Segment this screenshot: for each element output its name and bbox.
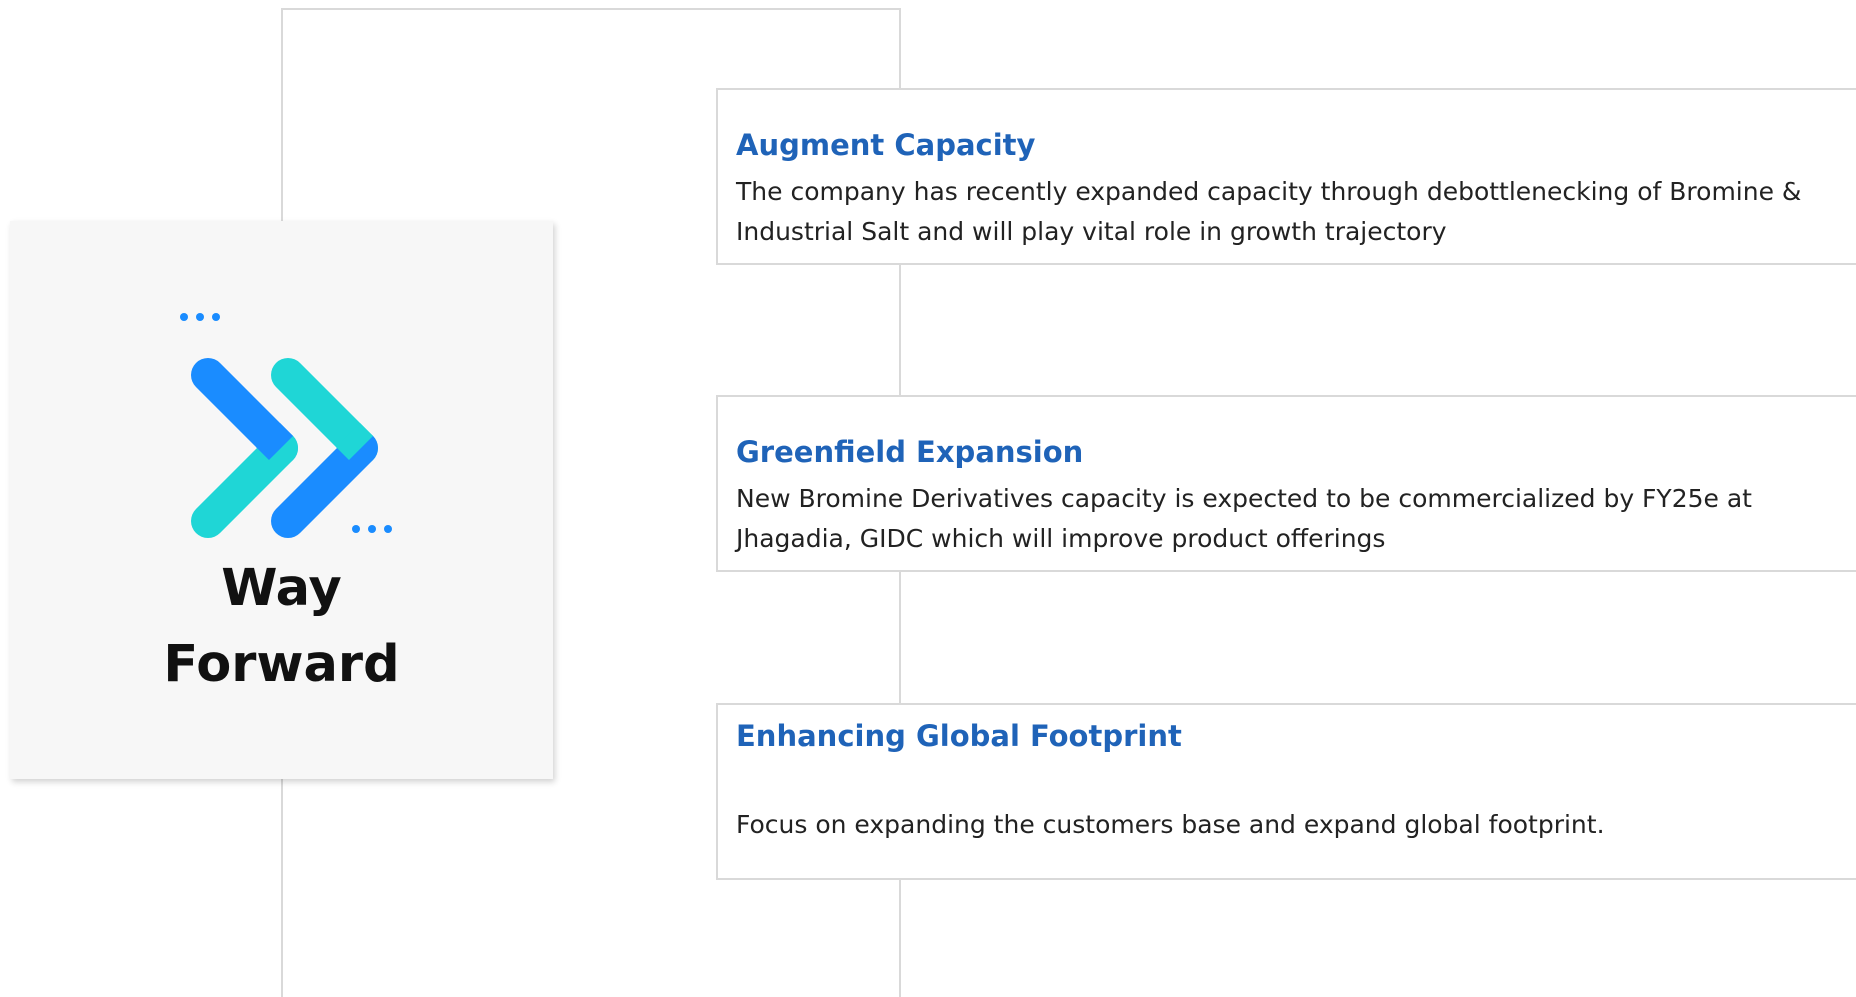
card-description: New Bromine Derivatives capacity is expe… [736,484,1752,553]
way-forward-title: Way Forward [10,551,553,703]
card-title: Greenfield Expansion [736,435,1084,469]
card-description: Focus on expanding the customers base an… [736,810,1605,839]
card-enhancing-global-footprint: Enhancing Global Footprint Focus on expa… [716,703,1856,880]
way-forward-title-line2: Forward [163,635,400,694]
way-forward-panel: Way Forward [10,221,553,779]
card-title: Enhancing Global Footprint [736,719,1182,753]
card-greenfield-expansion: Greenfield Expansion New Bromine Derivat… [716,395,1856,572]
double-chevron-forward-icon [180,313,392,538]
card-description: The company has recently expanded capaci… [736,177,1802,246]
card-augment-capacity: Augment Capacity The company has recentl… [716,88,1856,265]
card-title: Augment Capacity [736,128,1036,162]
way-forward-title-line1: Way [221,559,342,618]
